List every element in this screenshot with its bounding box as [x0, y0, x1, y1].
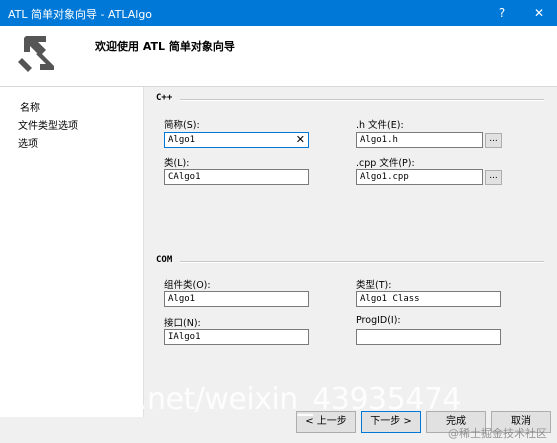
wizard-header: 欢迎使用 ATL 简单对象向导: [0, 26, 557, 87]
type-input[interactable]: Algo1 Class: [356, 291, 501, 307]
cpp-file-label: .cpp 文件(P):: [356, 158, 415, 169]
com-section-divider: [180, 261, 544, 263]
progid-label: ProgID(I):: [356, 315, 401, 326]
nav-item-name[interactable]: 名称: [20, 99, 40, 114]
cpp-file-browse-button[interactable]: ...: [485, 170, 502, 185]
cpp-section-label: C++: [156, 93, 173, 103]
window-title: ATL 简单对象向导 - ATLAlgo: [8, 8, 153, 21]
h-file-value: Algo1.h: [360, 135, 398, 145]
com-section-label: COM: [156, 255, 173, 265]
next-button[interactable]: 下一步 >: [361, 411, 421, 433]
finish-button[interactable]: 完成: [426, 411, 486, 433]
wizard-nav: 名称 文件类型选项 选项: [0, 87, 143, 417]
coclass-input[interactable]: Algo1: [164, 291, 309, 307]
cpp-file-value: Algo1.cpp: [360, 172, 409, 182]
short-name-value: Algo1: [168, 135, 196, 145]
clear-icon[interactable]: ✕: [296, 133, 305, 147]
class-input[interactable]: CAlgo1: [164, 169, 309, 185]
type-label: 类型(T):: [356, 280, 392, 291]
previous-button[interactable]: < 上一步: [296, 411, 356, 433]
atl-wizard-icon: [18, 36, 54, 72]
h-file-input[interactable]: Algo1.h: [356, 132, 483, 148]
cancel-button[interactable]: 取消: [491, 411, 551, 433]
title-bar: ATL 简单对象向导 - ATLAlgo ? ✕: [0, 0, 557, 26]
type-value: Algo1 Class: [360, 294, 420, 304]
coclass-value: Algo1: [168, 294, 196, 304]
cpp-file-input[interactable]: Algo1.cpp: [356, 169, 483, 185]
interface-label: 接口(N):: [164, 318, 201, 329]
nav-item-file-type-options[interactable]: 文件类型选项: [18, 117, 78, 132]
interface-input[interactable]: IAlgo1: [164, 329, 309, 345]
cpp-section-divider: [180, 99, 544, 101]
coclass-label: 组件类(O):: [164, 280, 211, 291]
nav-item-options[interactable]: 选项: [18, 135, 38, 150]
help-button[interactable]: ?: [490, 3, 514, 23]
h-file-label: .h 文件(E):: [356, 120, 404, 131]
short-name-label: 简称(S):: [164, 120, 200, 131]
interface-value: IAlgo1: [168, 332, 201, 342]
short-name-input[interactable]: Algo1 ✕: [164, 132, 309, 148]
h-file-browse-button[interactable]: ...: [485, 133, 502, 148]
wizard-heading: 欢迎使用 ATL 简单对象向导: [95, 40, 235, 53]
wizard-content: C++ 简称(S): Algo1 ✕ .h 文件(E): Algo1.h ...…: [144, 87, 557, 417]
class-value: CAlgo1: [168, 172, 201, 182]
class-label: 类(L):: [164, 158, 190, 169]
close-button[interactable]: ✕: [527, 3, 551, 23]
progid-input[interactable]: [356, 329, 501, 345]
